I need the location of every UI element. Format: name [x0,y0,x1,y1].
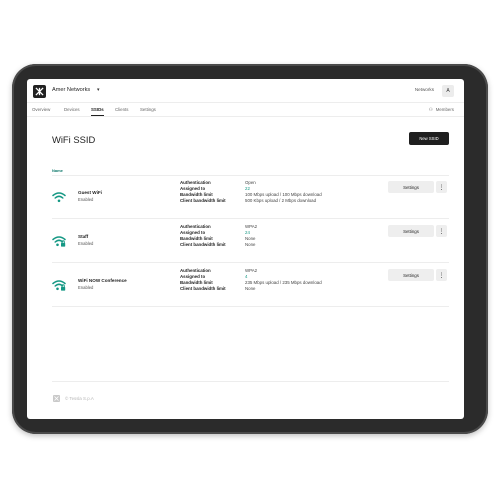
value-client-bandwidth-limit: 500 Kbps upload / 2 Mbps download [245,198,317,203]
ssid-status: Enabled [78,197,94,202]
page-title: WiFi SSID [52,134,96,145]
nav-tabs: Overview Devices SSIDs Clients Settings … [27,103,464,117]
ssid-row: Guest WiFi Enabled Authentication Assign… [52,176,449,219]
app-screen: Amer Networks ▾ Networks A Overview Devi… [27,79,464,419]
ssid-detail-values: Open 22 100 Mbps upload / 100 Mbps downl… [245,180,322,204]
more-options-icon[interactable]: ⋮ [436,181,447,193]
ssid-name[interactable]: WiFi NOW Conference [78,278,127,283]
settings-button[interactable]: Settings [388,181,434,193]
top-bar: Amer Networks ▾ Networks A [27,79,464,103]
networks-link[interactable]: Networks [415,87,434,92]
label-client-bandwidth-limit: Client bandwidth limit [180,242,226,247]
more-options-icon[interactable]: ⋮ [436,225,447,237]
value-bandwidth-limit: 235 Mbps upload / 235 Mbps download [245,280,322,285]
label-client-bandwidth-limit: Client bandwidth limit [180,286,226,291]
ssid-name[interactable]: Guest WiFi [78,190,102,195]
ssid-row: WiFi NOW Conference Enabled Authenticati… [52,264,449,307]
footer-divider [52,381,449,382]
label-client-bandwidth-limit: Client bandwidth limit [180,198,226,203]
members-icon: ⚇ [428,107,433,112]
ssid-detail-labels: Authentication Assigned to Bandwidth lim… [180,180,226,204]
settings-button[interactable]: Settings [388,269,434,281]
ssid-detail-labels: Authentication Assigned to Bandwidth lim… [180,224,226,248]
ssid-detail-labels: Authentication Assigned to Bandwidth lim… [180,268,226,292]
tab-settings[interactable]: Settings [140,107,156,112]
tab-overview[interactable]: Overview [32,107,50,112]
ssid-row: Staff Enabled Authentication Assigned to… [52,220,449,263]
footer-copyright: © Tessla S.p.A [65,396,94,401]
ssid-name[interactable]: Staff [78,234,88,239]
ssid-status: Enabled [78,241,94,246]
members-link[interactable]: ⚇ Members [429,107,454,113]
ssid-detail-values: WPA2 24 None None [245,224,257,248]
wifi-lock-icon [52,236,66,247]
wifi-icon [52,192,66,203]
more-options-icon[interactable]: ⋮ [436,269,447,281]
value-client-bandwidth-limit: None [245,286,256,291]
new-ssid-button[interactable]: New SSID [409,132,449,145]
chevron-down-icon[interactable]: ▾ [97,87,100,93]
app-logo-icon[interactable] [33,85,46,98]
wifi-lock-icon [52,280,66,291]
org-switcher-label[interactable]: Amer Networks [52,87,90,93]
value-client-bandwidth-limit: None [245,242,256,247]
active-tab-indicator [91,115,104,116]
tab-clients[interactable]: Clients [115,107,128,112]
settings-button[interactable]: Settings [388,225,434,237]
column-header-name[interactable]: Name [52,168,63,173]
ssid-detail-values: WPA2 4 235 Mbps upload / 235 Mbps downlo… [245,268,322,292]
tab-ssids[interactable]: SSIDs [91,107,104,112]
avatar[interactable]: A [442,85,454,97]
tab-devices[interactable]: Devices [64,107,80,112]
company-logo-icon [53,395,60,402]
ssid-status: Enabled [78,285,94,290]
members-label: Members [435,107,454,112]
